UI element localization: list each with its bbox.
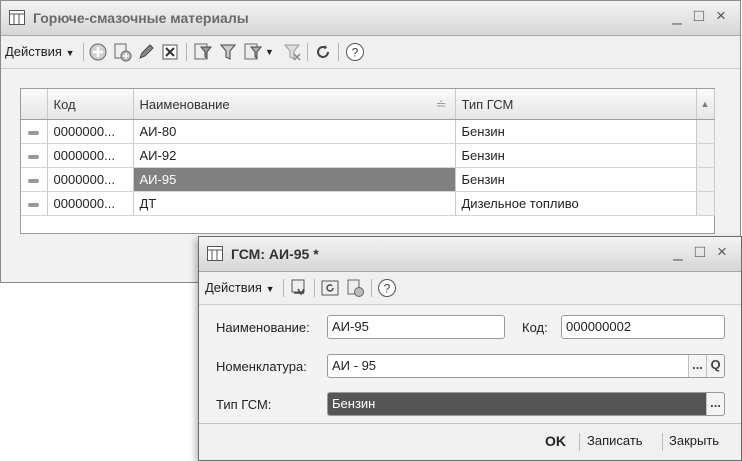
cell-fuel-type: Бензин [455, 143, 697, 168]
toolbar-separator [283, 279, 284, 297]
cell-code: 0000000... [47, 143, 134, 168]
close-button[interactable]: × [711, 242, 733, 262]
toolbar: Действия ▼ ▼ ? [1, 36, 740, 69]
table-header: Код Наименование ≐ Тип ГСМ ▲ [21, 89, 715, 120]
edit-icon[interactable] [136, 42, 156, 62]
toolbar-separator [338, 43, 339, 61]
fuel-type-field[interactable]: Бензин ... [327, 392, 725, 416]
row-status-icon [21, 119, 48, 144]
maximize-button[interactable]: □ [688, 6, 710, 26]
dialog-footer: OK Записать Закрыть [199, 423, 741, 460]
dialog-toolbar: Действия ▼ ? [199, 272, 741, 305]
row-status-icon [21, 191, 48, 216]
search-icon[interactable]: Q [706, 355, 724, 377]
close-button[interactable]: × [710, 6, 732, 26]
cell-code: 0000000... [47, 191, 134, 216]
toolbar-separator [307, 43, 308, 61]
save-button[interactable]: Записать [587, 433, 643, 448]
table-row[interactable]: 0000000... АИ-92 Бензин [21, 143, 715, 168]
help-icon[interactable]: ? [345, 42, 365, 62]
fuel-item-dialog: ГСМ: АИ-95 * _ □ × Действия ▼ ? Наименован… [198, 236, 742, 461]
table-row[interactable]: 0000000... ДТ Дизельное топливо [21, 191, 715, 216]
column-header-code[interactable]: Код [47, 89, 134, 120]
dialog-window-controls: _ □ × [667, 242, 733, 262]
nomenclature-field[interactable]: АИ - 95 ... Q [327, 354, 725, 378]
column-header-name-label: Наименование [139, 96, 230, 112]
chevron-down-icon: ▼ [265, 284, 275, 294]
column-header-name[interactable]: Наименование ≐ [133, 89, 456, 120]
marker-column-header [21, 89, 48, 120]
title-bar: Горюче-смазочные материалы _ □ × [1, 1, 740, 36]
minimize-button[interactable]: _ [667, 242, 689, 262]
add-icon[interactable] [88, 42, 108, 62]
list-form-icon [9, 10, 25, 25]
column-header-fuel-type[interactable]: Тип ГСМ [455, 89, 697, 120]
copy-icon[interactable] [112, 42, 132, 62]
filter-by-value-icon[interactable] [218, 42, 238, 62]
code-label: Код: [522, 320, 548, 335]
toolbar-separator [371, 279, 372, 297]
cell-name: АИ-80 [133, 119, 456, 144]
actions-label: Действия [205, 280, 262, 295]
clear-filter-icon[interactable] [282, 42, 302, 62]
sort-icon: ≐ [435, 96, 447, 112]
chevron-down-icon[interactable]: ▼ [265, 42, 274, 62]
svg-text:?: ? [384, 282, 391, 296]
name-field[interactable]: АИ-95 [327, 315, 505, 339]
fuel-type-select-button[interactable]: ... [706, 393, 724, 415]
name-label: Наименование: [216, 320, 310, 335]
copy-icon[interactable] [345, 278, 365, 298]
close-dialog-button[interactable]: Закрыть [669, 433, 719, 448]
chevron-down-icon: ▼ [65, 48, 75, 58]
nomenclature-label: Номенклатура: [216, 359, 307, 374]
actions-label: Действия [5, 44, 62, 59]
cell-fuel-type: Дизельное топливо [455, 191, 697, 216]
row-status-icon [21, 167, 48, 192]
cell-fuel-type: Бензин [455, 167, 697, 192]
nomenclature-value: АИ - 95 [332, 358, 377, 373]
row-status-icon [21, 143, 48, 168]
fuel-type-label: Тип ГСМ: [216, 397, 272, 412]
cell-code: 0000000... [47, 167, 134, 192]
reread-icon[interactable] [320, 278, 340, 298]
dialog-title: ГСМ: АИ-95 * [231, 246, 319, 262]
toolbar-separator [186, 43, 187, 61]
window-title: Горюче-смазочные материалы [33, 10, 249, 26]
table-row-selected[interactable]: 0000000... АИ-95 Бензин [21, 167, 715, 192]
scrollbar-track[interactable] [696, 119, 715, 144]
form-icon [207, 246, 223, 261]
ok-button[interactable]: OK [545, 433, 566, 449]
filter-history-icon[interactable] [243, 42, 263, 62]
cell-name: АИ-92 [133, 143, 456, 168]
scroll-up-icon[interactable]: ▲ [696, 89, 715, 120]
footer-separator [579, 433, 580, 451]
window-controls: _ □ × [666, 6, 732, 26]
scrollbar-track[interactable] [696, 191, 715, 216]
scrollbar-track[interactable] [696, 143, 715, 168]
actions-menu[interactable]: Действия ▼ [5, 42, 75, 62]
fuel-type-value: Бензин [332, 396, 376, 411]
dialog-title-bar: ГСМ: АИ-95 * _ □ × [199, 237, 741, 272]
table-row[interactable]: 0000000... АИ-80 Бензин [21, 119, 715, 144]
maximize-button[interactable]: □ [689, 242, 711, 262]
save-and-close-icon[interactable] [289, 278, 309, 298]
code-field[interactable]: 000000002 [561, 315, 725, 339]
svg-text:?: ? [352, 46, 359, 60]
actions-menu[interactable]: Действия ▼ [205, 278, 275, 298]
toolbar-separator [314, 279, 315, 297]
footer-separator [662, 433, 663, 451]
nomenclature-select-button[interactable]: ... [688, 355, 706, 377]
fuel-table: Код Наименование ≐ Тип ГСМ ▲ 0000000... А… [20, 88, 715, 234]
minimize-button[interactable]: _ [666, 6, 688, 26]
delete-icon[interactable] [160, 42, 180, 62]
toolbar-separator [83, 43, 84, 61]
refresh-icon[interactable] [313, 42, 333, 62]
cell-code: 0000000... [47, 119, 134, 144]
cell-name-selected: АИ-95 [133, 167, 456, 192]
cell-fuel-type: Бензин [455, 119, 697, 144]
help-icon[interactable]: ? [377, 278, 397, 298]
filter-icon[interactable] [193, 42, 213, 62]
scrollbar-track[interactable] [696, 167, 715, 192]
cell-name: ДТ [133, 191, 456, 216]
